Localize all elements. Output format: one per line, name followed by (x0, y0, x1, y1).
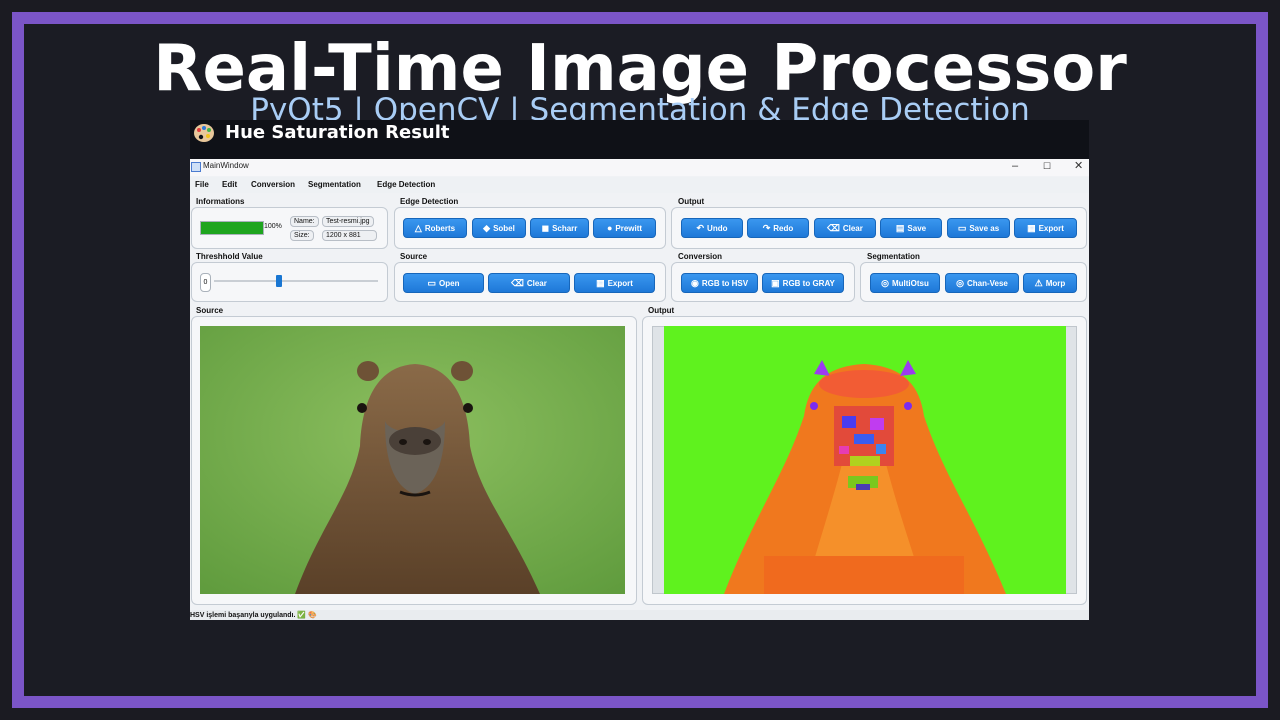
source-panel-label: Source (196, 306, 224, 315)
roberts-label: Roberts (424, 223, 456, 233)
morp-button[interactable]: ⚠ Morp (1023, 273, 1077, 293)
status-text: HSV işlemi başarıyla uygulandı. ✅ 🎨 (190, 612, 317, 619)
size-value: 1200 x 881 (322, 230, 377, 241)
multiotsu-button[interactable]: ◎ MultiOtsu (870, 273, 940, 293)
folder-open-icon: ▭ (427, 277, 437, 288)
close-button[interactable]: ✕ (1074, 159, 1083, 173)
edge-detection-label: Edge Detection (400, 197, 459, 206)
conversion-label: Conversion (678, 252, 723, 261)
window-title: MainWindow (203, 161, 249, 170)
clear-output-button[interactable]: ⌫ Clear (814, 218, 876, 238)
save-as-button[interactable]: ▭ Save as (947, 218, 1010, 238)
output-group-label: Output (678, 197, 705, 206)
app-icon (191, 162, 201, 172)
output-image (664, 326, 1066, 594)
threshold-slider-handle[interactable] (275, 275, 282, 287)
save-button[interactable]: ▤ Save (880, 218, 942, 238)
prewitt-button[interactable]: ● Prewitt (593, 218, 656, 238)
threshold-panel (191, 262, 388, 302)
scharr-label: Scharr (552, 223, 578, 233)
chan-vese-label: Chan-Vese (966, 278, 1008, 288)
export-output-button[interactable]: ▦ Export (1014, 218, 1077, 238)
segmentation-label: Segmentation (867, 252, 920, 261)
export-source-button[interactable]: ▦ Export (574, 273, 655, 293)
redo-label: Redo (773, 223, 794, 233)
clear-output-label: Clear (842, 223, 863, 233)
progress-bar (200, 221, 264, 235)
main-window: MainWindow – ☐ ✕ File Edit Conversion Se… (190, 159, 1089, 620)
open-label: Open (439, 278, 460, 288)
maximize-button[interactable]: ☐ (1043, 159, 1051, 173)
menu-conversion[interactable]: Conversion (251, 180, 295, 189)
warning-icon: ⚠ (1034, 277, 1043, 288)
threshold-slider-track[interactable] (214, 280, 378, 282)
redo-icon: ↷ (762, 222, 771, 233)
window-titlebar: MainWindow – ☐ ✕ (190, 159, 1089, 176)
menu-file[interactable]: File (195, 180, 209, 189)
size-label: Size: (290, 230, 314, 241)
rgb-to-hsv-button[interactable]: ◉ RGB to HSV (681, 273, 758, 293)
progress-text: 100% (264, 223, 282, 230)
sobel-label: Sobel (493, 223, 515, 233)
image-icon: ▣ (771, 277, 780, 288)
rgb-to-gray-button[interactable]: ▣ RGB to GRAY (762, 273, 844, 293)
target-icon: ◎ (881, 277, 889, 288)
result-title: Hue Saturation Result (225, 122, 450, 143)
palette-icon: ◉ (690, 277, 699, 288)
save-icon: ▤ (895, 222, 905, 233)
undo-button[interactable]: ↶ Undo (681, 218, 743, 238)
palette-icon (194, 124, 214, 142)
rgb-to-gray-label: RGB to GRAY (782, 278, 835, 288)
menu-edit[interactable]: Edit (222, 180, 237, 189)
diamond-icon: ◆ (483, 222, 491, 233)
undo-icon: ↶ (696, 222, 705, 233)
circle-icon: ● (606, 222, 613, 233)
broom-icon: ⌫ (827, 222, 840, 233)
square-icon: ◼ (541, 222, 550, 233)
menu-edge-detection[interactable]: Edge Detection (377, 180, 435, 189)
export-source-label: Export (607, 278, 633, 288)
informations-label: Informations (196, 197, 245, 206)
minimize-button[interactable]: – (1012, 159, 1018, 173)
status-bar: HSV işlemi başarıyla uygulandı. ✅ 🎨 (190, 610, 1089, 620)
chan-vese-button[interactable]: ◎ Chan-Vese (945, 273, 1019, 293)
save-label: Save (907, 223, 927, 233)
rgb-to-hsv-label: RGB to HSV (701, 278, 749, 288)
export-output-label: Export (1038, 223, 1064, 233)
threshold-spinbox[interactable]: 0 (200, 273, 211, 292)
sobel-button[interactable]: ◆ Sobel (472, 218, 526, 238)
broom-icon: ⌫ (511, 277, 524, 288)
triangle-icon: △ (414, 222, 422, 233)
target-icon: ◎ (956, 277, 964, 288)
morp-label: Morp (1045, 278, 1066, 288)
prewitt-label: Prewitt (615, 223, 643, 233)
menu-bar: File Edit Conversion Segmentation Edge D… (190, 177, 1089, 193)
output-panel-label: Output (648, 306, 675, 315)
source-group-label: Source (400, 252, 428, 261)
open-button[interactable]: ▭ Open (403, 273, 484, 293)
export-icon: ▦ (596, 277, 605, 288)
folder-icon: ▭ (957, 222, 967, 233)
roberts-button[interactable]: △ Roberts (403, 218, 467, 238)
clear-source-label: Clear (526, 278, 547, 288)
redo-button[interactable]: ↷ Redo (747, 218, 809, 238)
undo-label: Undo (707, 223, 728, 233)
threshold-label: Threshhold Value (196, 252, 263, 261)
save-as-label: Save as (969, 223, 1000, 233)
name-label: Name: (290, 216, 319, 227)
multiotsu-label: MultiOtsu (891, 278, 929, 288)
progress-fill (201, 222, 263, 234)
source-image (200, 326, 625, 594)
clear-source-button[interactable]: ⌫ Clear (488, 273, 570, 293)
name-value: Test-resmi.jpg (322, 216, 374, 227)
scharr-button[interactable]: ◼ Scharr (530, 218, 589, 238)
menu-segmentation[interactable]: Segmentation (308, 180, 361, 189)
export-icon: ▦ (1027, 222, 1036, 233)
